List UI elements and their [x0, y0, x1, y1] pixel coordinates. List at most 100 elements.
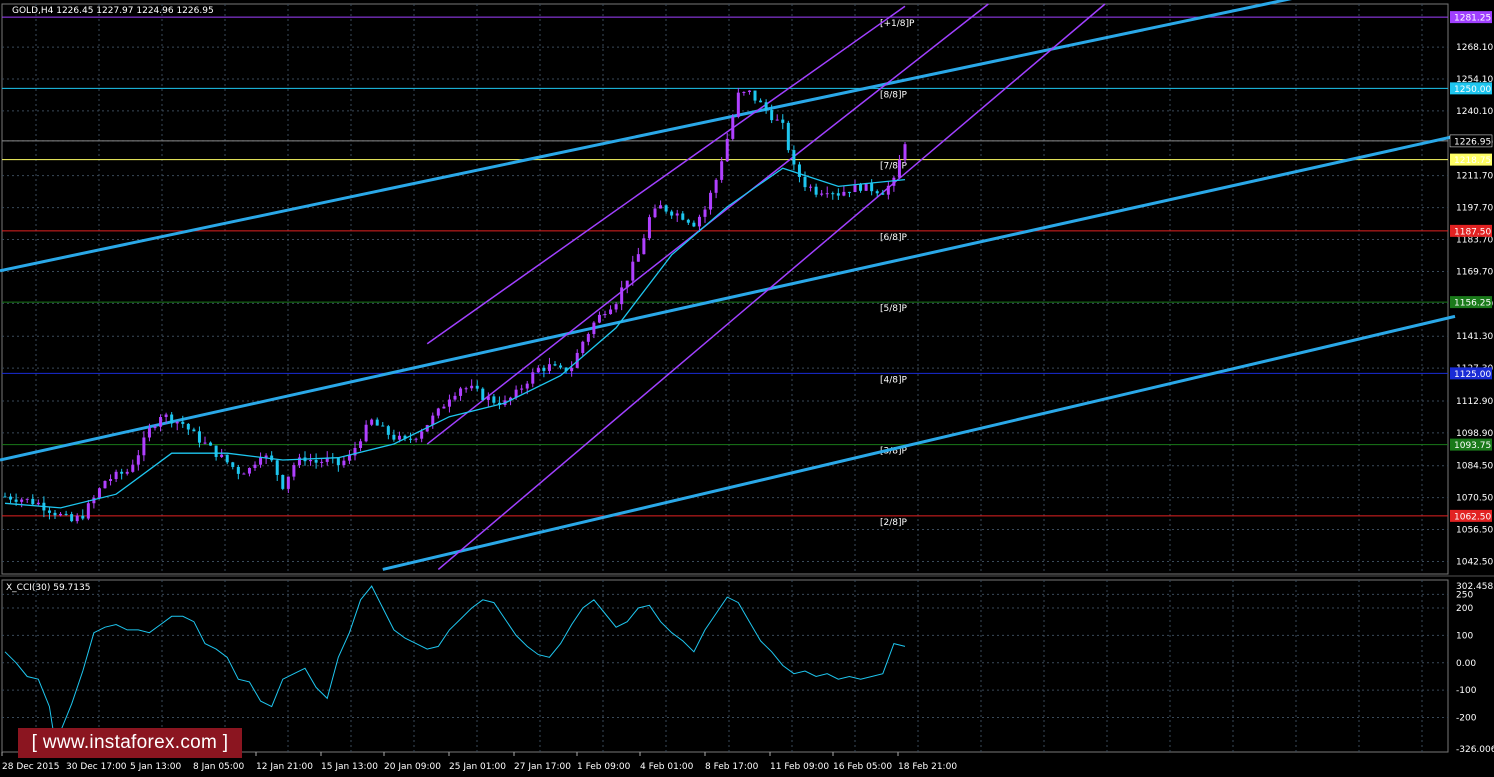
candle-body — [492, 396, 496, 403]
candle-body — [820, 193, 824, 195]
candle-body — [681, 213, 685, 220]
candle-body — [859, 184, 863, 191]
candle-body — [553, 364, 557, 366]
murrey-level-label: [6/8]P — [880, 233, 908, 243]
candle-body — [559, 365, 563, 368]
candle-body — [220, 454, 224, 457]
trend-line-upper — [0, 0, 1293, 273]
candle-body — [453, 395, 457, 400]
current-price-tag-label: 1226.95 — [1454, 137, 1491, 147]
level-price-tag-label: 1187.50 — [1454, 227, 1491, 237]
candle-body — [214, 445, 218, 457]
candle-body — [897, 159, 901, 178]
level-price-tag-label: 1250.00 — [1454, 85, 1491, 95]
candle-body — [181, 421, 185, 424]
candle-body — [836, 193, 840, 196]
candle-body — [414, 438, 418, 440]
price-tick-label: 1042.50 — [1456, 557, 1493, 567]
murrey-level-lines: [+1/8]P[8/8]P[7/8]P[6/8]P[5/8]P[4/8]P[3/… — [2, 16, 1448, 528]
candle-body — [442, 406, 446, 409]
candle-body — [225, 454, 229, 463]
cci-label: X_CCI(30) 59.7135 — [6, 583, 90, 593]
time-tick-label: 12 Jan 21:00 — [256, 762, 313, 772]
candle-body — [397, 435, 401, 440]
candle-body — [20, 499, 24, 502]
candle-body — [686, 219, 690, 223]
candle-body — [647, 217, 651, 239]
candle-body — [792, 150, 796, 165]
candle-body — [464, 388, 468, 390]
time-tick-label: 1 Feb 09:00 — [577, 762, 631, 772]
candle-body — [64, 513, 68, 515]
murrey-level-label: [4/8]P — [880, 375, 908, 385]
price-axis: 1268.101254.101240.101226.951211.701197.… — [1449, 11, 1493, 567]
candle-body — [392, 434, 396, 440]
price-tick-label: 1084.50 — [1456, 462, 1493, 472]
candle-body — [175, 421, 179, 424]
candle-body — [659, 205, 663, 209]
candle-body — [131, 464, 135, 472]
level-price-tag-label: 1156.25 — [1454, 299, 1491, 309]
instaforex-watermark: [ www.instaforex.com ] — [18, 728, 242, 758]
time-tick-label: 16 Feb 05:00 — [833, 762, 892, 772]
candle-body — [375, 419, 379, 426]
candle-body — [292, 465, 296, 477]
candle-body — [109, 479, 113, 481]
candle-body — [736, 92, 740, 117]
price-tick-label: 1070.50 — [1456, 494, 1493, 504]
candle-body — [203, 442, 207, 444]
candle-body — [886, 185, 890, 195]
candle-body — [3, 496, 7, 498]
cci-tick-label: -200 — [1456, 714, 1477, 724]
candle-body — [59, 513, 63, 516]
candle-body — [297, 457, 301, 466]
candle-body — [642, 238, 646, 255]
candle-body — [347, 455, 351, 461]
candle-body — [197, 431, 201, 443]
candle-body — [120, 471, 124, 474]
time-tick-label: 30 Dec 17:00 — [66, 762, 127, 772]
candle-body — [259, 457, 263, 465]
candle-body — [675, 213, 679, 216]
candle-body — [892, 177, 896, 186]
candle-body — [747, 90, 751, 92]
time-tick-label: 11 Feb 09:00 — [770, 762, 829, 772]
candle-body — [364, 424, 368, 442]
candle-body — [881, 193, 885, 195]
candle-body — [275, 460, 279, 475]
candle-body — [147, 428, 151, 438]
candlesticks — [3, 87, 907, 524]
candle-body — [781, 119, 785, 123]
candle-body — [797, 164, 801, 177]
level-price-tag-label: 1218.75 — [1454, 156, 1491, 166]
moving-average-line — [4, 167, 906, 509]
candle-body — [720, 161, 724, 180]
cci-tick-label: -100 — [1456, 686, 1477, 696]
candle-body — [481, 388, 485, 400]
candle-body — [192, 429, 196, 432]
candle-body — [531, 372, 535, 384]
candle-body — [759, 100, 763, 103]
candle-body — [14, 499, 18, 502]
candle-body — [97, 488, 101, 498]
candle-body — [153, 426, 157, 429]
candle-body — [381, 425, 385, 427]
candle-body — [620, 287, 624, 305]
candle-body — [581, 341, 585, 353]
candle-body — [875, 191, 879, 194]
candle-body — [125, 471, 129, 474]
cci-tick-label: 200 — [1456, 604, 1473, 614]
candle-body — [586, 334, 590, 342]
candle-body — [31, 498, 35, 505]
trend-line-middle — [0, 134, 1456, 462]
candle-body — [542, 367, 546, 371]
candle-body — [842, 191, 846, 196]
time-tick-label: 20 Jan 09:00 — [384, 762, 441, 772]
candle-body — [436, 408, 440, 416]
level-price-tag-label: 1093.75 — [1454, 441, 1491, 451]
cci-tick-label: 250 — [1456, 590, 1473, 600]
candle-body — [625, 280, 629, 288]
candle-body — [281, 474, 285, 489]
candle-body — [903, 144, 907, 160]
candle-body — [164, 414, 168, 417]
